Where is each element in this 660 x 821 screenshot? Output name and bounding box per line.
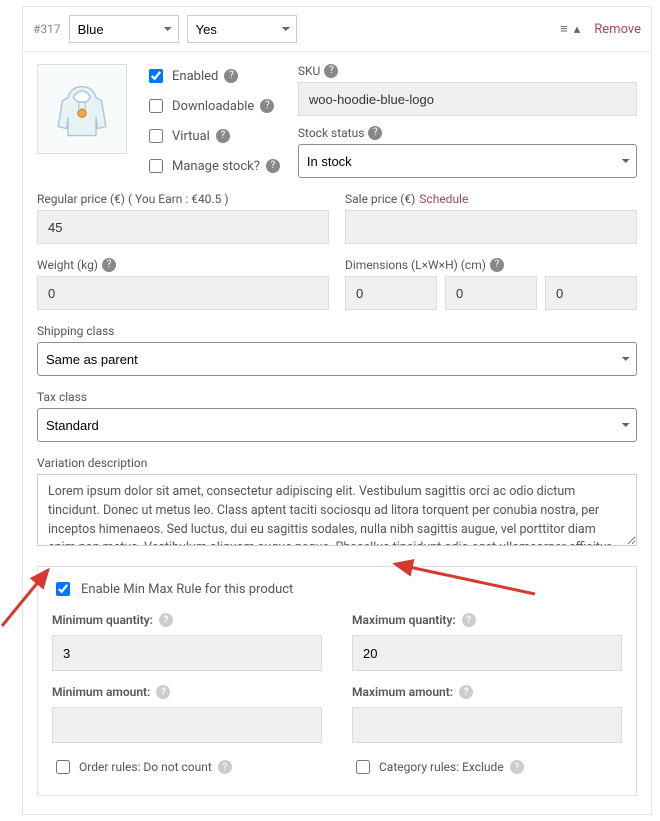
help-icon[interactable]: ? [490, 258, 504, 272]
height-input[interactable] [545, 276, 637, 310]
tax-class-select[interactable]: Standard [37, 408, 637, 442]
regular-price-input[interactable] [37, 210, 329, 244]
regular-price-label: Regular price (€) ( You Earn : €40.5 ) [37, 192, 329, 206]
stock-status-select[interactable]: In stock [298, 144, 637, 178]
dimensions-label: Dimensions (L×W×H) (cm) ? [345, 258, 637, 272]
help-icon[interactable]: ? [218, 760, 232, 774]
shipping-class-select[interactable]: Same as parent [37, 342, 637, 376]
help-icon[interactable]: ? [156, 685, 170, 699]
downloadable-checkbox[interactable]: Downloadable ? [145, 96, 280, 116]
length-input[interactable] [345, 276, 437, 310]
help-icon[interactable]: ? [266, 159, 280, 173]
menu-icon[interactable]: ≡ [560, 21, 568, 37]
stock-status-label: Stock status ? [298, 126, 637, 140]
min-amount-label: Minimum amount: ? [52, 685, 322, 699]
help-icon[interactable]: ? [459, 685, 473, 699]
help-icon[interactable]: ? [368, 126, 382, 140]
max-amount-input[interactable] [352, 707, 622, 743]
order-rules-checkbox[interactable]: Order rules: Do not count ? [52, 757, 322, 777]
enable-minmax-checkbox[interactable]: Enable Min Max Rule for this product [52, 579, 622, 599]
help-icon[interactable]: ? [462, 613, 476, 627]
sku-label: SKU ? [298, 64, 637, 78]
shipping-class-label: Shipping class [37, 324, 637, 338]
attribute-logo-select[interactable]: Yes [187, 15, 297, 43]
help-icon[interactable]: ? [102, 258, 116, 272]
manage-stock-checkbox[interactable]: Manage stock? ? [145, 156, 280, 176]
variation-toggles: Enabled ? Downloadable ? Virtual ? Manag… [145, 64, 280, 178]
help-icon[interactable]: ? [260, 99, 274, 113]
sku-input[interactable] [298, 82, 637, 116]
min-max-panel: Enable Min Max Rule for this product Min… [37, 566, 637, 796]
sale-price-input[interactable] [345, 210, 637, 244]
sale-price-label: Sale price (€) Schedule [345, 192, 637, 206]
help-icon[interactable]: ? [510, 760, 524, 774]
schedule-link[interactable]: Schedule [419, 192, 468, 206]
help-icon[interactable]: ? [159, 613, 173, 627]
help-icon[interactable]: ? [224, 69, 238, 83]
attribute-color-select[interactable]: Blue [69, 15, 179, 43]
weight-label: Weight (kg) ? [37, 258, 329, 272]
variation-header: #317 Blue Yes ≡ ▴ Remove [23, 7, 651, 52]
collapse-icon[interactable]: ▴ [574, 22, 581, 37]
min-quantity-label: Minimum quantity: ? [52, 613, 322, 627]
max-quantity-input[interactable] [352, 635, 622, 671]
help-icon[interactable]: ? [324, 64, 338, 78]
variation-id: #317 [33, 22, 61, 36]
variation-image[interactable] [37, 64, 127, 154]
max-quantity-label: Maximum quantity: ? [352, 613, 622, 627]
enabled-checkbox[interactable]: Enabled ? [145, 66, 280, 86]
max-amount-label: Maximum amount: ? [352, 685, 622, 699]
tax-class-label: Tax class [37, 390, 637, 404]
width-input[interactable] [445, 276, 537, 310]
category-rules-checkbox[interactable]: Category rules: Exclude ? [352, 757, 622, 777]
help-icon[interactable]: ? [216, 129, 230, 143]
min-quantity-input[interactable] [52, 635, 322, 671]
remove-variation-link[interactable]: Remove [594, 22, 641, 37]
min-amount-input[interactable] [52, 707, 322, 743]
variation-description-label: Variation description [37, 456, 637, 470]
virtual-checkbox[interactable]: Virtual ? [145, 126, 280, 146]
weight-input[interactable] [37, 276, 329, 310]
variation-description-textarea[interactable] [37, 474, 637, 546]
